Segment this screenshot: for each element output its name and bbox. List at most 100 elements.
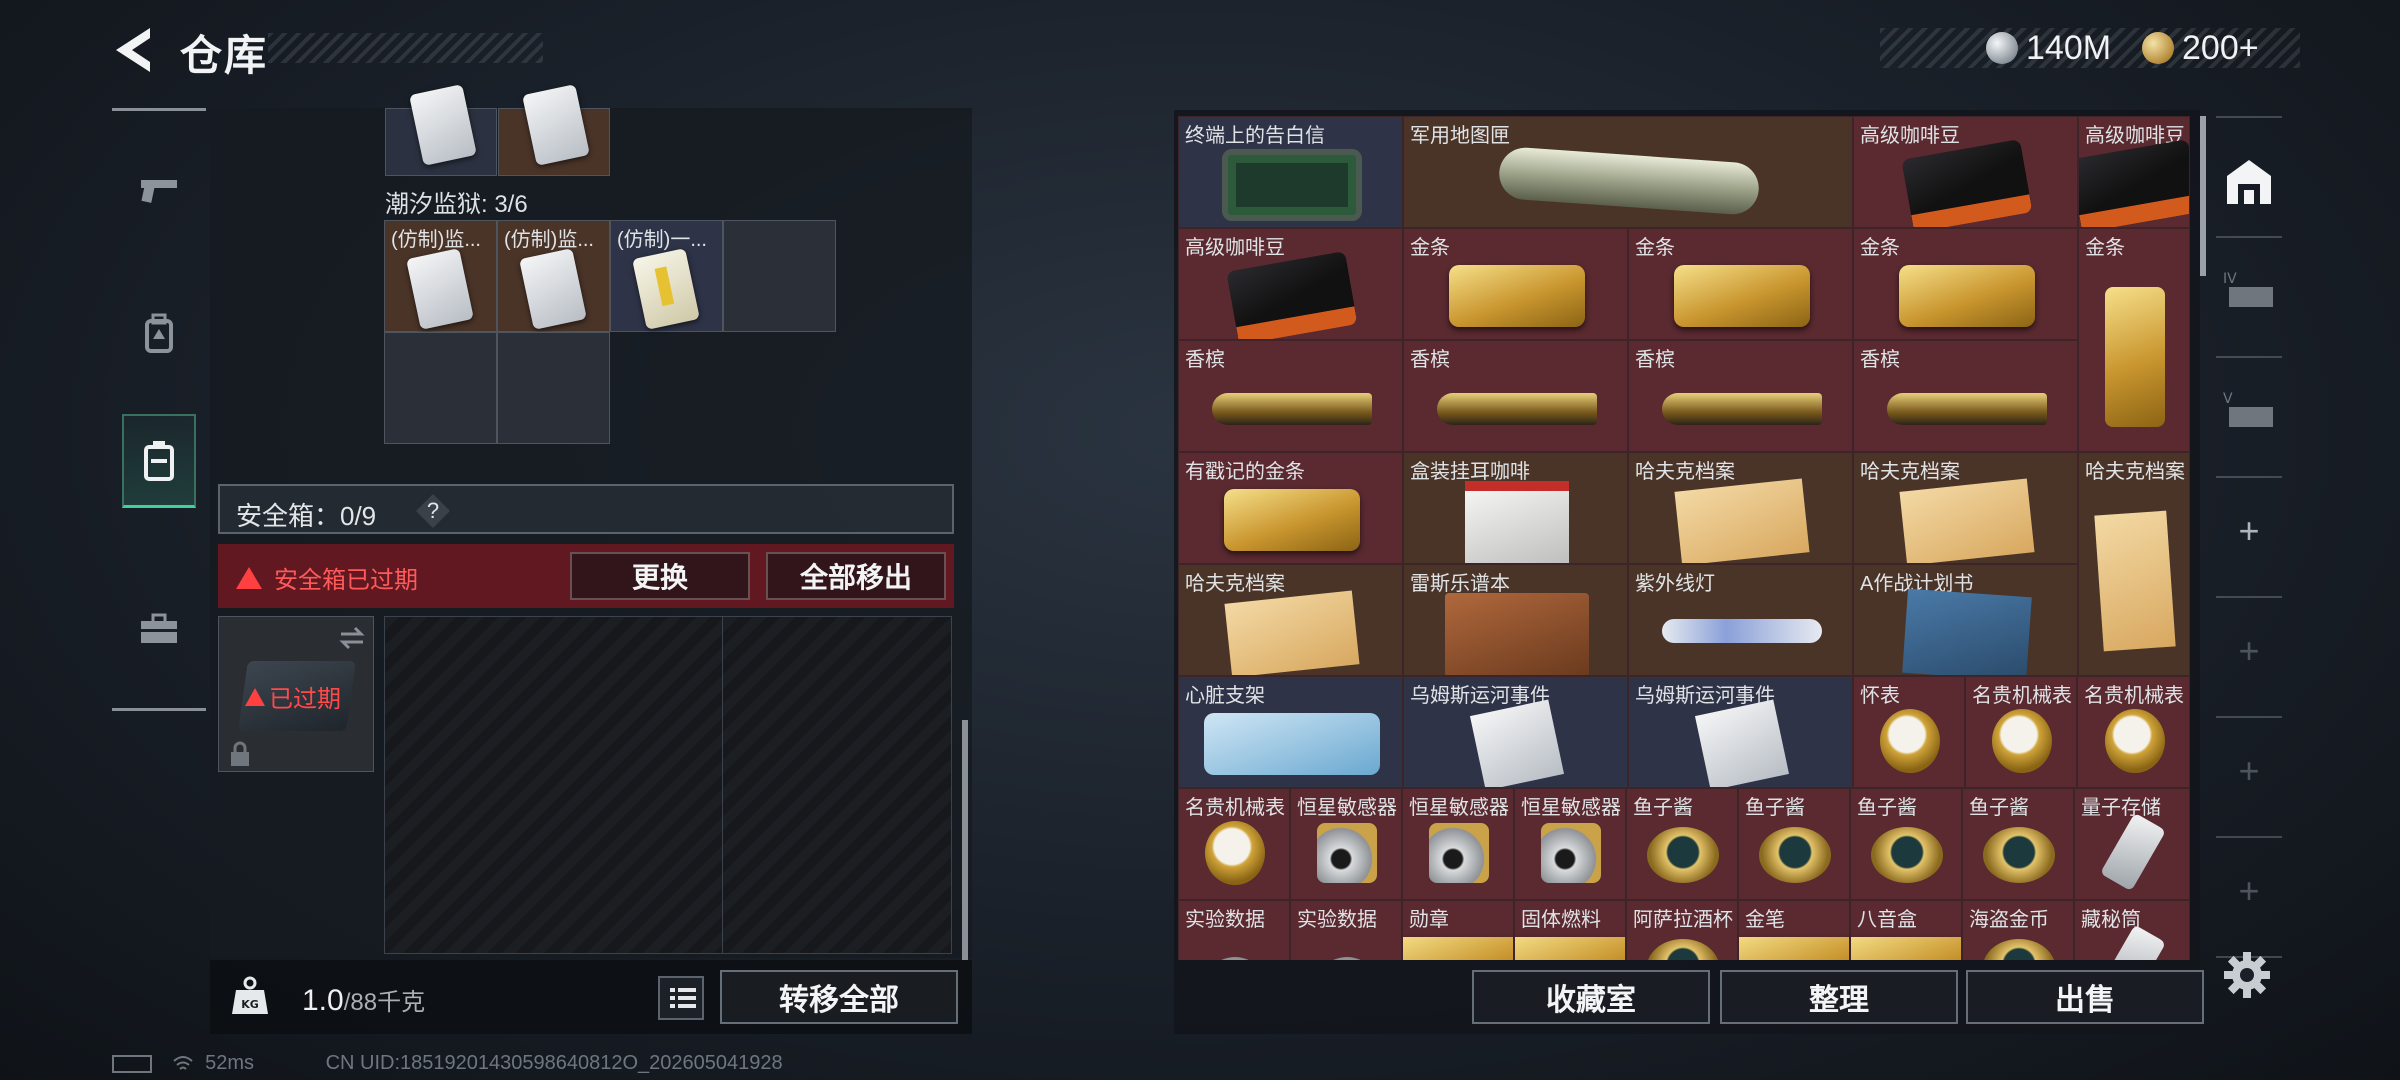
stash-item-cell[interactable]: 有戳记的金条 [1178,452,1403,564]
stash-page-v-button[interactable]: V [2216,366,2282,456]
collection-room-button[interactable]: 收藏室 [1472,970,1710,1024]
file-folder-icon [1673,478,1810,563]
add-page-button[interactable]: + [2216,606,2282,696]
stash-item-cell[interactable]: 乌姆斯运河事件 [1403,676,1628,788]
stash-item-cell[interactable]: 鱼子酱 [1626,788,1738,900]
empty-slot[interactable] [497,332,610,444]
stash-item-cell[interactable]: 名贵机械表 [1965,676,2077,788]
stash-item-cell[interactable]: 乌姆斯运河事件 [1628,676,1853,788]
back-arrow-icon [116,28,150,72]
stash-item-cell[interactable]: 高级咖啡豆 [1178,228,1403,340]
weight-kg-icon: KG [232,976,268,1014]
container-section-label: 潮汐监狱: 3/6 [385,191,528,218]
stash-item-cell[interactable]: 盒装挂耳咖啡 [1403,452,1628,564]
organize-button[interactable]: 整理 [1720,970,1958,1024]
stash-item-cell[interactable]: 名贵机械表 [1178,788,1290,900]
stash-item-cell[interactable]: 名贵机械表 [2077,676,2190,788]
stash-item-cell[interactable]: 金笔 [1738,900,1850,960]
add-page-button[interactable]: + [2216,486,2282,576]
watch-icon [1880,709,1940,773]
caviar-tin-icon [1647,939,1719,960]
stash-item-cell[interactable]: 香槟 [1628,340,1853,452]
item-cell[interactable] [385,84,497,176]
empty-slot[interactable] [723,220,836,332]
stash-item-cell[interactable]: 恒星敏感器 [1514,788,1626,900]
stash-item-cell[interactable]: 阿萨拉酒杯 [1626,900,1738,960]
stash-item-cell[interactable]: 金条 [2078,228,2190,452]
safe-box-capacity: 安全箱：0/9 [236,501,377,531]
stash-item-cell[interactable]: 固体燃料 [1514,900,1626,960]
stash-item-cell[interactable]: 量子存储 [2074,788,2190,900]
stash-item-cell[interactable]: 高级咖啡豆 [2078,116,2190,228]
svg-text:KG: KG [241,998,259,1011]
stash-item-cell[interactable]: 哈夫克档案 [1853,452,2078,564]
stash-item-cell[interactable]: 哈夫克档案 [1178,564,1403,676]
scrollbar[interactable] [962,720,968,960]
stash-page-1-button[interactable] [2216,136,2282,226]
empty-slot[interactable] [384,332,497,444]
quantum-storage-icon [2099,812,2167,892]
stash-item-cell[interactable]: 心脏支架 [1178,676,1403,788]
stash-item-cell[interactable]: 实验数据 [1290,900,1402,960]
item-cell[interactable] [498,84,610,176]
move-all-out-button[interactable]: 全部移出 [766,552,946,600]
stash-item-cell[interactable]: 鱼子酱 [1850,788,1962,900]
stash-item-cell[interactable]: 高级咖啡豆 [1853,116,2078,228]
container-v-icon: V [2223,391,2273,427]
nav-item-tools[interactable] [122,582,196,676]
list-view-button[interactable] [658,976,704,1020]
silver-currency[interactable]: 140M [1986,28,2111,68]
key-card-slot[interactable]: (仿制)监... [497,220,610,332]
stash-item-cell[interactable]: 金条 [1853,228,2078,340]
safe-box-thumbnail[interactable]: 已过期 [218,616,374,772]
add-page-button[interactable]: + [2216,846,2282,936]
settings-button[interactable] [2222,950,2272,1000]
stash-item-cell[interactable]: 藏秘筒 [2074,900,2190,960]
key-card-slot[interactable]: (仿制)监... [384,220,497,332]
stash-item-cell[interactable]: 鱼子酱 [1738,788,1850,900]
key-card-slot[interactable]: (仿制)一... [610,220,723,332]
weight-current: 1.0 [302,984,344,1017]
stash-item-cell[interactable]: 鱼子酱 [1962,788,2074,900]
stash-item-cell[interactable]: 香槟 [1403,340,1628,452]
stash-item-cell[interactable]: 金条 [1403,228,1628,340]
stash-page-iv-button[interactable]: IV [2216,246,2282,336]
nav-item-weapons[interactable] [122,143,196,237]
expired-notice-bar: 安全箱已过期 更换 全部移出 [218,544,954,608]
stash-item-cell[interactable]: 八音盒 [1850,900,1962,960]
back-button[interactable] [110,22,158,78]
safe-box-grid[interactable] [384,616,952,954]
stash-item-cell[interactable]: 恒星敏感器 [1290,788,1402,900]
stash-item-cell[interactable]: A作战计划书 [1853,564,2078,676]
stash-item-cell[interactable]: 实验数据 [1178,900,1290,960]
uid-readout: CN UID:18519201430598640812O_20260504192… [325,1052,783,1074]
stash-item-cell[interactable]: 军用地图匣 [1403,116,1853,228]
sell-button[interactable]: 出售 [1966,970,2204,1024]
star-sensor-icon [1541,823,1601,883]
document-icon [1694,699,1789,787]
item-name: 阿萨拉酒杯 [1633,909,1733,931]
replace-button[interactable]: 更换 [570,552,750,600]
transfer-all-button[interactable]: 转移全部 [720,970,958,1024]
add-page-button[interactable]: + [2216,726,2282,816]
gold-currency[interactable]: 200+ [2142,28,2259,68]
stash-item-cell[interactable]: 紫外线灯 [1628,564,1853,676]
champagne-bottle-icon [1661,393,1822,425]
stash-item-cell[interactable]: 金条 [1628,228,1853,340]
stash-item-cell[interactable]: 恒星敏感器 [1402,788,1514,900]
stash-item-cell[interactable]: 雷斯乐谱本 [1403,564,1628,676]
gold-bar-icon [2105,287,2165,427]
stash-item-cell[interactable]: 终端上的告白信 [1178,116,1403,228]
nav-item-gear[interactable] [122,286,196,380]
svg-text:IV: IV [2223,271,2237,287]
stash-item-cell[interactable]: 海盗金币 [1962,900,2074,960]
stash-item-cell[interactable]: 怀表 [1853,676,1965,788]
gold-bar-icon [1223,489,1360,551]
stash-item-cell[interactable]: 哈夫克档案 [2078,452,2190,676]
help-icon[interactable]: ? [416,494,450,528]
stash-item-cell[interactable]: 哈夫克档案 [1628,452,1853,564]
nav-item-container[interactable] [122,414,196,508]
stash-item-cell[interactable]: 香槟 [1853,340,2078,452]
stash-item-cell[interactable]: 香槟 [1178,340,1403,452]
stash-item-cell[interactable]: 勋章 [1402,900,1514,960]
